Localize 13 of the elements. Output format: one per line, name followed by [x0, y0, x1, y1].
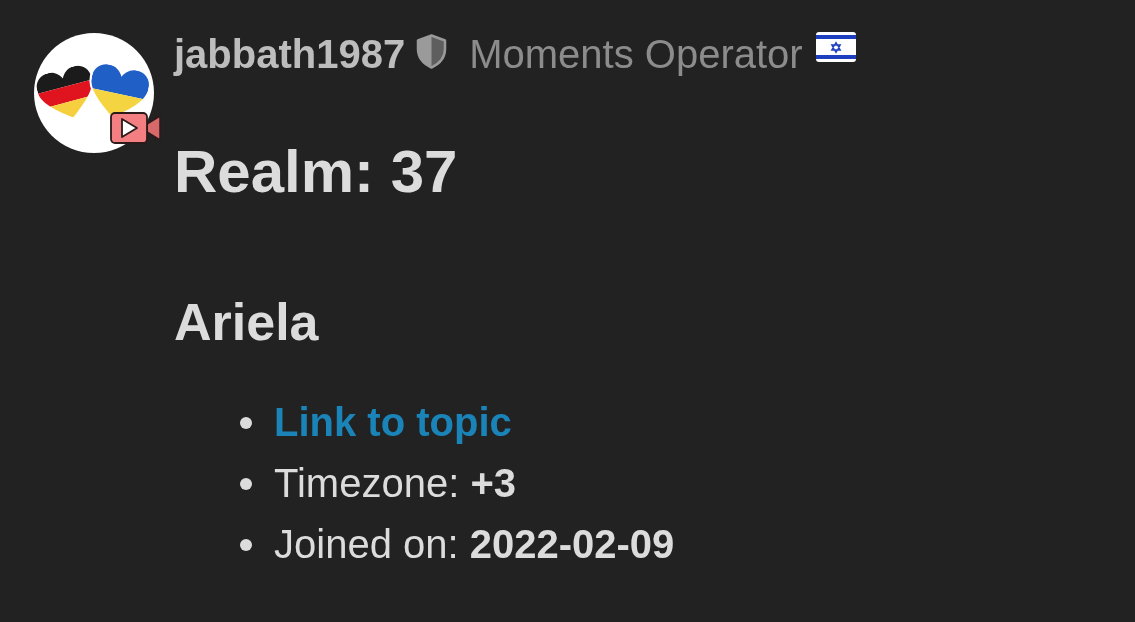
bullet-icon: [240, 538, 252, 551]
bullet-icon: [240, 477, 252, 490]
flag-icon: [815, 32, 856, 62]
topic-link[interactable]: Link to topic: [274, 392, 512, 453]
bullet-icon: [240, 416, 252, 429]
video-camera-icon: [110, 111, 161, 145]
name-heading: Ariela: [174, 296, 320, 348]
shield-icon: [416, 33, 448, 69]
detail-text: Joined on: 2022-02-09: [274, 521, 675, 568]
user-title: Moments Operator: [469, 31, 803, 77]
realm-heading: Realm: 37: [174, 142, 459, 202]
detail-text: Timezone: +3: [274, 460, 516, 507]
username: jabbath1987: [174, 31, 406, 77]
